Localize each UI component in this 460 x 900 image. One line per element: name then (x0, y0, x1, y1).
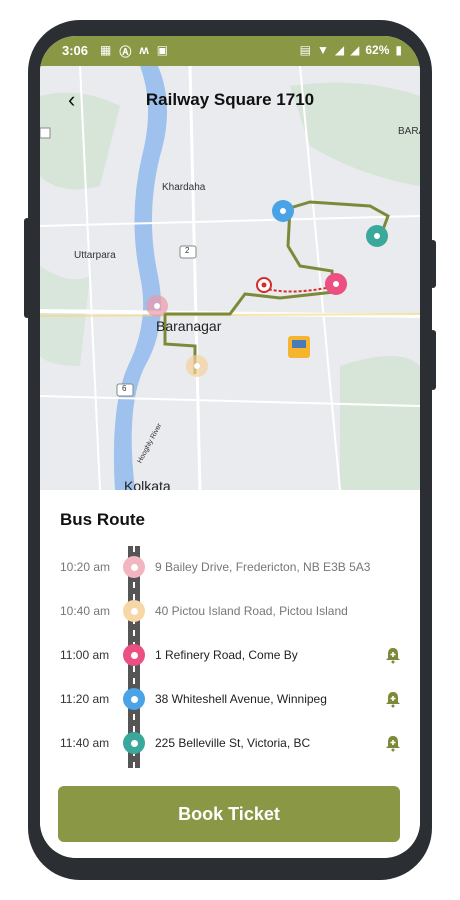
map-label: BARA (398, 126, 420, 137)
stop-time: 11:00 am (60, 648, 110, 662)
image-icon: ▣ (156, 43, 169, 57)
location-pin-icon (123, 556, 145, 578)
map-label: Kolkata (124, 478, 171, 490)
status-icons-right: ▤ ▼ ◢ ◢ 62% ▮ (300, 43, 402, 57)
side-button (430, 330, 436, 390)
route-stop[interactable]: 10:20 am 9 Bailey Drive, Fredericton, NB… (40, 548, 420, 588)
stop-time: 11:40 am (60, 736, 110, 750)
add-alert-bell-icon[interactable] (384, 646, 402, 664)
location-pin-icon (123, 644, 145, 666)
page-title: Railway Square 1710 (145, 90, 315, 109)
map-canvas (40, 66, 420, 490)
book-ticket-button[interactable]: Book Ticket (58, 786, 400, 842)
status-icons-left: ▦ Ⓐ ʍ ▣ (100, 43, 168, 60)
map-label: 2 (185, 246, 190, 255)
add-alert-bell-icon[interactable] (384, 690, 402, 708)
status-time: 3:06 (62, 43, 89, 58)
add-alert-bell-icon[interactable] (384, 734, 402, 752)
volte-icon: ▤ (299, 43, 311, 57)
map-label: Uttarpara (74, 250, 116, 261)
stop-time: 10:20 am (60, 560, 111, 574)
stop-address: 9 Bailey Drive, Fredericton, NB E3B 5A3 (155, 560, 371, 574)
location-pin-icon (123, 600, 145, 622)
battery-percent: 62% (365, 43, 390, 57)
bus-route-panel: Bus Route 10:20 am 9 Bailey Drive, Frede… (40, 490, 420, 858)
side-button (24, 218, 30, 318)
m-icon: ʍ (139, 43, 149, 57)
location-pin-icon (123, 688, 145, 710)
stop-address: 38 Whiteshell Avenue, Winnipeg (155, 692, 327, 706)
stop-address: 1 Refinery Road, Come By (155, 648, 298, 662)
route-stop[interactable]: 10:40 am 40 Pictou Island Road, Pictou I… (40, 592, 420, 632)
route-stop[interactable]: 11:00 am 1 Refinery Road, Come By (40, 636, 420, 676)
route-map[interactable]: ‹ Railway Square 1710 Khardaha Uttarpara… (40, 66, 420, 490)
stop-time: 10:40 am (60, 604, 111, 618)
side-button (430, 240, 436, 288)
wifi-icon: ▼ (317, 43, 329, 57)
signal-icon: ◢ (334, 43, 345, 57)
stop-address: 40 Pictou Island Road, Pictou Island (155, 604, 348, 618)
stop-address: 225 Belleville St, Victoria, BC (155, 736, 311, 750)
a-icon: Ⓐ (119, 45, 132, 59)
status-bar: 3:06 ▦ Ⓐ ʍ ▣ ▤ ▼ ◢ ◢ 62% ▮ (40, 36, 420, 66)
map-label: Baranagar (156, 318, 222, 334)
calendar-icon: ▦ (100, 43, 112, 57)
route-stop[interactable]: 11:20 am 38 Whiteshell Avenue, Winnipeg (40, 680, 420, 720)
signal-icon: ◢ (350, 43, 360, 57)
map-label: Khardaha (162, 182, 206, 193)
route-stop[interactable]: 11:40 am 225 Belleville St, Victoria, BC (40, 724, 420, 764)
stop-time: 11:20 am (60, 692, 110, 706)
map-label: 6 (122, 384, 127, 393)
battery-icon: ▮ (395, 43, 402, 57)
location-pin-icon (123, 732, 145, 754)
panel-title: Bus Route (60, 510, 145, 529)
app-screen: 3:06 ▦ Ⓐ ʍ ▣ ▤ ▼ ◢ ◢ 62% ▮ ‹ Railway Squ… (40, 36, 420, 858)
